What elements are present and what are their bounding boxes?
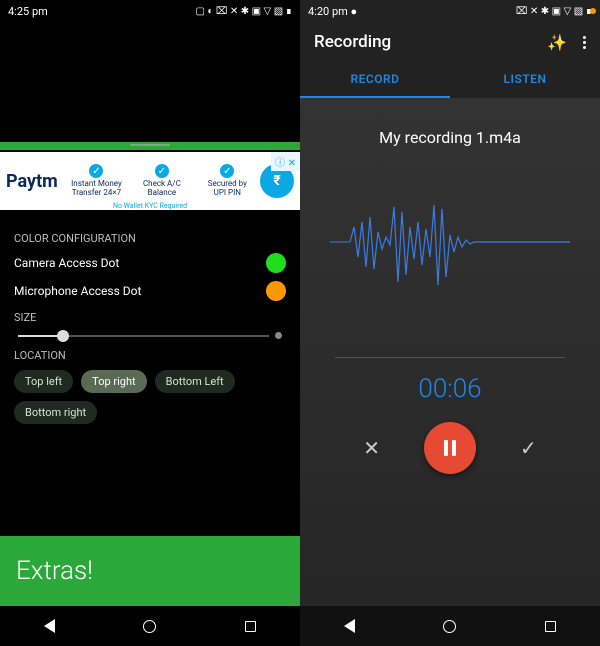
- nav-back-icon[interactable]: [344, 619, 355, 633]
- mic-dot-color[interactable]: [266, 281, 286, 301]
- mic-access-dot-indicator: [590, 8, 596, 14]
- size-slider[interactable]: [18, 332, 282, 339]
- extras-banner[interactable]: Extras!: [0, 536, 300, 606]
- cancel-button[interactable]: ✕: [363, 436, 380, 460]
- chip-top-left[interactable]: Top left: [14, 370, 73, 393]
- magic-wand-icon[interactable]: ✨: [547, 33, 567, 52]
- app-bar: Recording ✨: [300, 22, 600, 62]
- recording-timer: 00:06: [418, 374, 481, 404]
- slider-thumb[interactable]: [57, 330, 69, 342]
- ad-col-3: ✓Secured byUPI PIN: [195, 164, 260, 198]
- phone-left: 4:25 pm ▢ ◐ ⌧ ✕ ✱ ▣ ▽ ▧ ∎ Paytm ✓Instant…: [0, 0, 300, 646]
- camera-dot-label: Camera Access Dot: [14, 256, 119, 270]
- chip-bottom-right[interactable]: Bottom right: [14, 401, 97, 424]
- chip-bottom-left[interactable]: Bottom Left: [155, 370, 235, 393]
- nav-recent-icon[interactable]: [245, 621, 256, 632]
- ad-banner[interactable]: Paytm ✓Instant MoneyTransfer 24×7 ✓Check…: [0, 152, 300, 210]
- status-time: 4:20 pm ●: [308, 5, 357, 18]
- app-title: Recording: [314, 32, 391, 52]
- section-color-title: COLOR CONFIGURATION: [14, 232, 286, 245]
- settings-panel: COLOR CONFIGURATION Camera Access Dot Mi…: [0, 212, 300, 536]
- row-camera-dot[interactable]: Camera Access Dot: [14, 253, 286, 273]
- tab-listen[interactable]: LISTEN: [450, 62, 600, 98]
- nav-back-icon[interactable]: [44, 619, 55, 633]
- divider: [335, 357, 565, 358]
- slider-max-dot: [275, 332, 282, 339]
- ad-close[interactable]: ⓘ ✕: [271, 152, 300, 171]
- nav-bar: [0, 606, 300, 646]
- chip-top-right[interactable]: Top right: [81, 370, 146, 393]
- status-bar: 4:20 pm ● ⌧ ✕ ✱ ▣ ▽ ▧ ∎: [300, 0, 600, 22]
- mic-dot-label: Microphone Access Dot: [14, 284, 141, 298]
- preview-area: [0, 22, 300, 142]
- status-time: 4:25 pm: [8, 5, 48, 18]
- waveform: [330, 187, 570, 297]
- recording-controls: ✕ ✓: [363, 422, 537, 474]
- phone-right: 4:20 pm ● ⌧ ✕ ✱ ▣ ▽ ▧ ∎ Recording ✨ RECO…: [300, 0, 600, 646]
- recording-filename: My recording 1.m4a: [379, 128, 521, 147]
- tab-bar: RECORD LISTEN: [300, 62, 600, 98]
- slider-track[interactable]: [18, 335, 269, 337]
- section-size-title: SIZE: [14, 311, 286, 324]
- pause-record-button[interactable]: [424, 422, 476, 474]
- tab-record[interactable]: RECORD: [300, 62, 450, 98]
- ad-brand: Paytm: [6, 171, 64, 192]
- nav-home-icon[interactable]: [143, 620, 156, 633]
- camera-dot-color[interactable]: [266, 253, 286, 273]
- status-icons: ▢ ◐ ⌧ ✕ ✱ ▣ ▽ ▧ ∎: [195, 6, 292, 17]
- section-location-title: LOCATION: [14, 349, 286, 362]
- status-icons: ⌧ ✕ ✱ ▣ ▽ ▧ ∎: [516, 6, 592, 17]
- row-mic-dot[interactable]: Microphone Access Dot: [14, 281, 286, 301]
- ad-col-1: ✓Instant MoneyTransfer 24×7: [64, 164, 129, 198]
- overflow-menu-icon[interactable]: [583, 36, 586, 49]
- nav-bar: [300, 606, 600, 646]
- recording-body: My recording 1.m4a 00:06 ✕ ✓: [300, 98, 600, 606]
- location-chips: Top left Top right Bottom Left Bottom ri…: [14, 370, 286, 424]
- done-button[interactable]: ✓: [520, 436, 537, 460]
- nav-home-icon[interactable]: [443, 620, 456, 633]
- pause-icon: [444, 440, 456, 456]
- status-bar: 4:25 pm ▢ ◐ ⌧ ✕ ✱ ▣ ▽ ▧ ∎: [0, 0, 300, 22]
- sheet-handle[interactable]: [0, 142, 300, 150]
- ad-footer: No Wallet KYC Required: [0, 202, 300, 210]
- ad-col-2: ✓Check A/CBalance: [129, 164, 194, 198]
- nav-recent-icon[interactable]: [545, 621, 556, 632]
